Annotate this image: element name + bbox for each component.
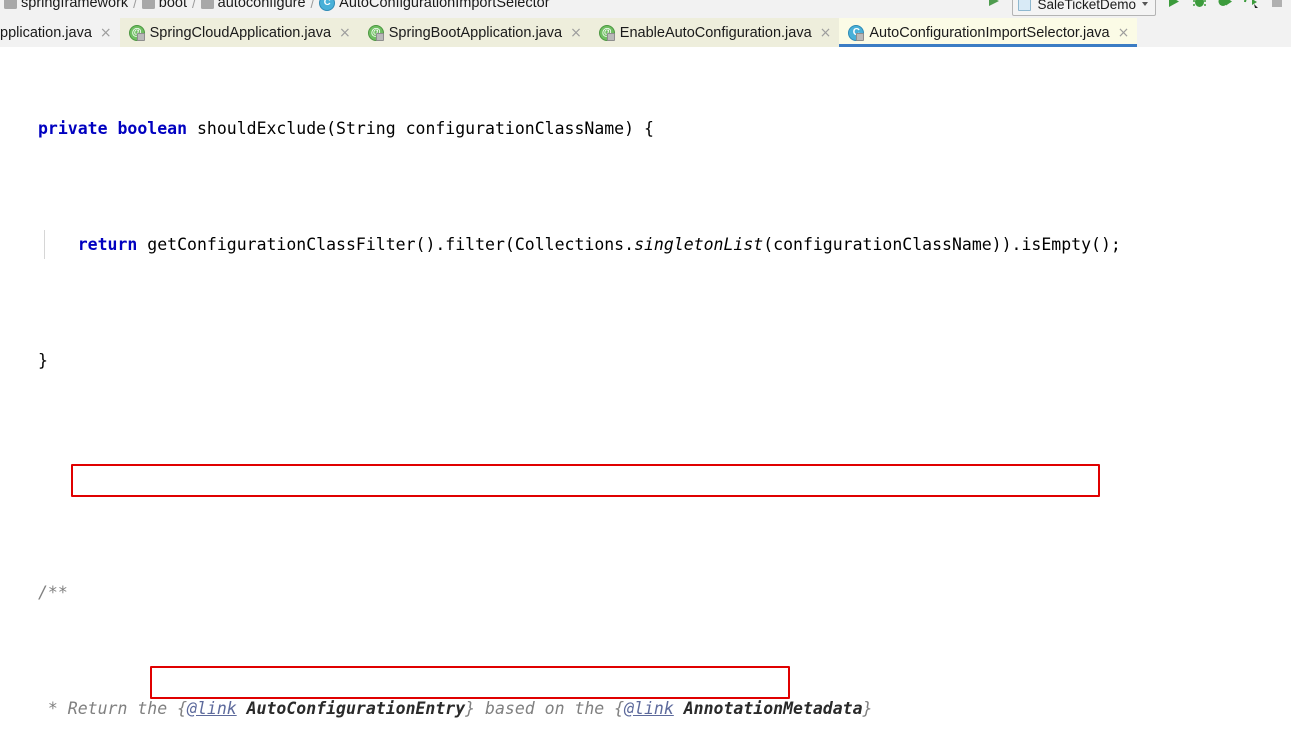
- class-icon: C: [848, 25, 865, 41]
- breadcrumb-separator: /: [310, 0, 315, 11]
- breadcrumb-label: boot: [158, 0, 188, 11]
- tab-autoconfigurationimportselector-java[interactable]: C AutoConfigurationImportSelector.java ×: [839, 18, 1138, 47]
- run-configuration-selector[interactable]: SaleTicketDemo: [1012, 0, 1156, 16]
- class-icon: C: [319, 0, 336, 11]
- run-with-coverage-icon[interactable]: [1217, 0, 1234, 15]
- code-line[interactable]: }: [0, 346, 1291, 375]
- tab-label: AutoConfigurationImportSelector.java: [869, 24, 1110, 41]
- tab-springbootapplication-java[interactable]: @ SpringBootApplication.java ×: [358, 18, 590, 47]
- code-line[interactable]: * Return the {@link AutoConfigurationEnt…: [0, 694, 1291, 723]
- breadcrumb-label: AutoConfigurationImportSelector: [339, 0, 550, 11]
- close-icon[interactable]: ×: [100, 26, 112, 40]
- tab-label: SpringBootApplication.java: [388, 24, 563, 41]
- annotation-class-icon: @: [367, 25, 384, 41]
- breadcrumb-separator: /: [192, 0, 196, 11]
- profile-icon[interactable]: [1243, 0, 1260, 15]
- code-line[interactable]: /**: [0, 578, 1291, 607]
- close-icon[interactable]: ×: [1118, 26, 1130, 40]
- tab-springcloudapplication-java[interactable]: @ SpringCloudApplication.java ×: [119, 18, 359, 47]
- close-icon[interactable]: ×: [339, 26, 351, 40]
- folder-icon: [141, 0, 155, 9]
- code-line[interactable]: [0, 462, 1291, 491]
- breadcrumb-label: autoconfigure: [217, 0, 306, 11]
- tab-pplication-java[interactable]: pplication.java ×: [0, 18, 120, 47]
- lock-icon: [856, 33, 865, 41]
- chevron-down-icon: [1142, 2, 1148, 6]
- folder-icon: [200, 0, 214, 9]
- lock-icon: [606, 33, 615, 41]
- tab-enableautoconfiguration-java[interactable]: @ EnableAutoConfiguration.java ×: [589, 18, 840, 47]
- code-editor[interactable]: private boolean shouldExclude(String con…: [0, 47, 1291, 741]
- breadcrumb-item-springframework[interactable]: springframework: [4, 0, 128, 11]
- code-line[interactable]: private boolean shouldExclude(String con…: [0, 114, 1291, 143]
- annotation-class-icon: @: [128, 25, 145, 41]
- lock-icon: [375, 33, 384, 41]
- close-icon[interactable]: ×: [570, 26, 582, 40]
- code-content[interactable]: private boolean shouldExclude(String con…: [0, 47, 1291, 741]
- breadcrumb-item-class[interactable]: C AutoConfigurationImportSelector: [319, 0, 550, 11]
- code-line[interactable]: return getConfigurationClassFilter().fil…: [0, 230, 1291, 259]
- breadcrumb-item-autoconfigure[interactable]: autoconfigure: [200, 0, 306, 11]
- breadcrumb-item-boot[interactable]: boot: [141, 0, 188, 11]
- run-config-label: SaleTicketDemo: [1037, 0, 1136, 12]
- top-toolbar-strip: springframework / boot / autoconfigure /…: [0, 0, 1291, 19]
- close-icon[interactable]: ×: [820, 26, 832, 40]
- breadcrumb-label: springframework: [21, 0, 129, 11]
- lock-icon: [136, 33, 145, 41]
- tab-label: EnableAutoConfiguration.java: [619, 24, 812, 41]
- toolbar-right: SaleTicketDemo: [986, 0, 1285, 16]
- stop-icon[interactable]: [1269, 0, 1285, 15]
- breadcrumb: springframework / boot / autoconfigure /…: [4, 0, 550, 15]
- annotation-class-icon: @: [598, 25, 615, 41]
- build-icon[interactable]: [986, 0, 1003, 15]
- run-config-icon: [1018, 0, 1032, 11]
- breadcrumb-separator: /: [133, 0, 137, 11]
- editor-tab-bar: pplication.java × @ SpringCloudApplicati…: [0, 18, 1291, 47]
- tab-label: SpringCloudApplication.java: [149, 24, 332, 41]
- run-icon[interactable]: [1165, 0, 1182, 15]
- debug-icon[interactable]: [1191, 0, 1208, 15]
- folder-icon: [4, 0, 17, 9]
- tab-label: pplication.java: [0, 24, 92, 41]
